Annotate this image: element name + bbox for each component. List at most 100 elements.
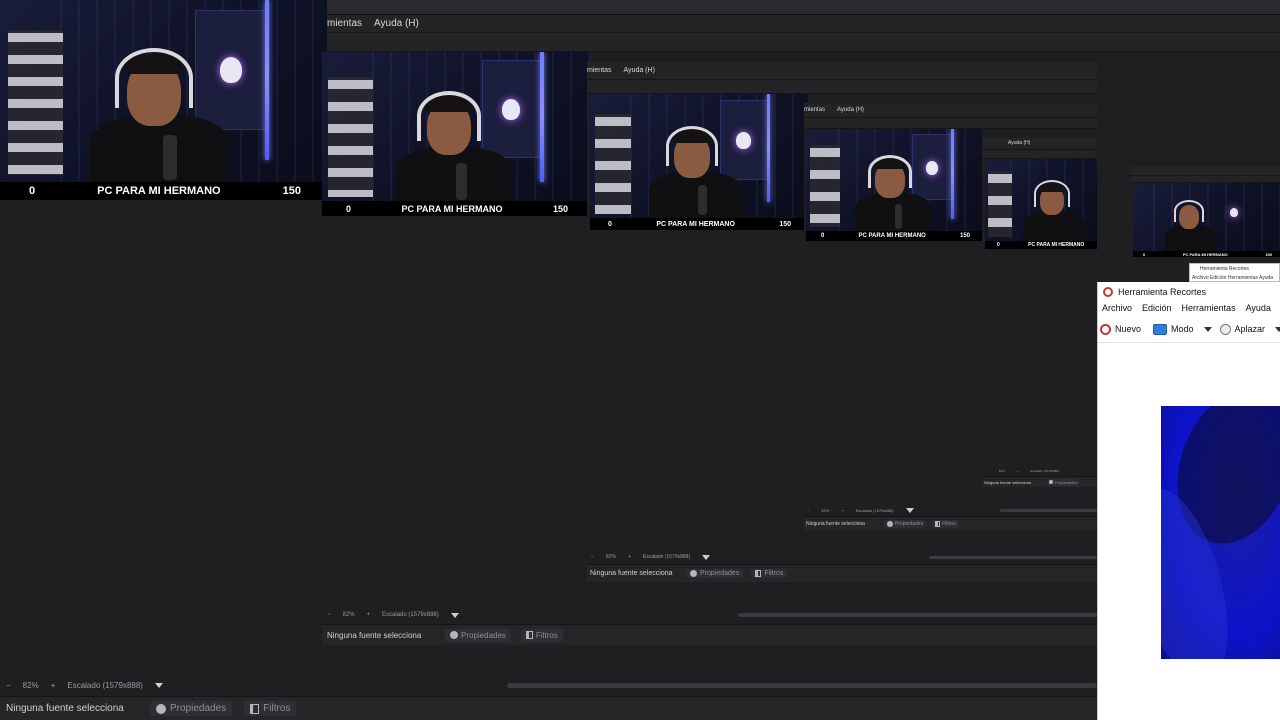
scale-label: Escalado (1579x888)	[382, 612, 439, 618]
menu-bar-items: Ayuda (H)	[1008, 140, 1042, 146]
zoom-value: 82%	[342, 612, 355, 618]
streamer	[852, 151, 934, 231]
snip-title: Herramienta Recortes	[1118, 287, 1207, 297]
zoom-bar: − 82% + Escalado (1579x888)	[6, 679, 175, 692]
menu-tools[interactable]: mientas	[587, 67, 612, 74]
menu-bar-items: mientas Ayuda (H)	[587, 67, 667, 74]
zoom-value: 82%	[998, 469, 1005, 473]
properties-button[interactable]: Propiedades	[686, 569, 744, 578]
horizontal-scrollbar[interactable]	[929, 556, 1097, 559]
properties-label: Propiedades	[170, 703, 227, 714]
zoom-out-button[interactable]: −	[807, 508, 809, 513]
zoom-in-button[interactable]: +	[628, 554, 631, 560]
properties-button[interactable]: Propiedades	[884, 519, 927, 528]
menu-bar-items: mientas Ayuda (H)	[804, 107, 876, 113]
filter-icon	[935, 520, 941, 527]
clock-icon	[1219, 323, 1231, 335]
zoom-bar: − 82% + Escalado (1579x888)	[591, 553, 722, 561]
chevron-down-icon[interactable]	[1275, 326, 1280, 332]
source-toolbar: Ninguna fuente selecciona Propiedades	[982, 476, 1097, 487]
goal-bar: 0 PC PARA MI HERMANO 150	[1133, 251, 1280, 257]
snip-menu-archivo[interactable]: Archivo	[1102, 303, 1132, 313]
chevron-down-icon[interactable]	[450, 612, 459, 618]
goal-target: 150	[552, 203, 568, 214]
filters-button[interactable]: Filtros	[520, 628, 563, 642]
streamer-shirt	[855, 193, 932, 231]
goal-title: PC PARA MI HERMANO	[401, 203, 503, 214]
goal-target: 150	[282, 185, 301, 197]
snip-menu-herramientas[interactable]: Herramientas	[1182, 303, 1236, 313]
streamer-shirt	[1023, 211, 1085, 241]
properties-button[interactable]: Propiedades	[445, 628, 511, 642]
led-strip	[951, 129, 954, 219]
horizontal-scrollbar[interactable]	[738, 613, 1097, 617]
zoom-value: 82%	[821, 508, 830, 513]
scale-label: Escalado (1579x888)	[855, 508, 894, 513]
scale-label: Escalado (1579x888)	[1030, 469, 1059, 473]
zoom-out-button[interactable]: −	[985, 469, 987, 473]
snip-title-bar: Herramienta Recortes	[1098, 282, 1280, 302]
source-toolbar: Ninguna fuente selecciona Propiedades Fi…	[587, 564, 1097, 582]
no-source-label: Ninguna fuente selecciona	[590, 570, 673, 577]
horizontal-scrollbar[interactable]	[507, 683, 1097, 688]
headphones-icon	[666, 126, 718, 166]
gear-icon	[450, 631, 458, 639]
headphones-icon	[417, 91, 481, 141]
zoom-bar: − 82% + Escalado (1579x888)	[327, 610, 471, 620]
menu-help[interactable]: Ayuda (H)	[837, 107, 864, 113]
zoom-in-button[interactable]: +	[367, 612, 371, 618]
filters-button[interactable]: Filtros	[932, 519, 959, 528]
filters-button[interactable]: Filtros	[751, 569, 788, 578]
chevron-down-icon[interactable]	[905, 508, 914, 513]
properties-button[interactable]: Propiedades	[150, 701, 233, 716]
mode-button[interactable]: Modo	[1153, 323, 1212, 335]
rectangle-mode-icon	[1153, 323, 1168, 335]
camera-preview	[985, 159, 1097, 241]
streamer	[1163, 197, 1219, 251]
zoom-in-button[interactable]: +	[51, 681, 56, 690]
zoom-in-button[interactable]: +	[841, 508, 843, 513]
menu-help[interactable]: Ayuda (H)	[624, 67, 655, 74]
menu-tools[interactable]: mientas	[327, 18, 362, 29]
properties-button[interactable]: Propiedades	[1047, 478, 1080, 486]
menu-help[interactable]: Ayuda (H)	[1008, 140, 1030, 146]
snip-menu-edicion[interactable]: Edición	[1142, 303, 1172, 313]
mode-label: Modo	[1171, 324, 1194, 334]
goal-bar: 0 PC PARA MI HERMANO 150	[322, 201, 590, 216]
new-snip-button[interactable]: Nuevo	[1100, 323, 1141, 335]
scale-label: Escalado (1579x888)	[67, 681, 143, 690]
filters-label: Filtros	[942, 520, 956, 527]
menu-tools[interactable]: mientas	[804, 107, 825, 113]
zoom-out-button[interactable]: −	[327, 612, 331, 618]
headphones-icon	[115, 48, 193, 108]
source-toolbar: Ninguna fuente selecciona Propiedades Fi…	[322, 624, 1097, 645]
zoom-out-button[interactable]: −	[6, 681, 11, 690]
snip-menu-ayuda[interactable]: Ayuda	[1246, 303, 1271, 313]
gear-icon	[690, 570, 697, 577]
menu-help[interactable]: Ayuda (H)	[374, 18, 419, 29]
mini-snipping-tool: Herramienta Recortes Archivo Edición Her…	[1189, 263, 1280, 282]
chevron-down-icon[interactable]	[154, 683, 163, 688]
streamer-shirt	[396, 147, 511, 201]
captured-image	[1161, 406, 1280, 659]
mini-snip-menu: Archivo Edición Herramientas Ayuda	[1192, 275, 1274, 281]
properties-label: Propiedades	[461, 630, 506, 640]
obs-window-level-6: 0 PC PARA MI HERMANO 150	[1130, 166, 1280, 263]
zoom-in-button[interactable]: +	[1017, 469, 1019, 473]
goal-title: PC PARA MI HERMANO	[1182, 251, 1228, 257]
streamer	[85, 40, 235, 182]
streamer	[392, 85, 515, 201]
no-source-label: Ninguna fuente selecciona	[327, 630, 422, 640]
delay-button[interactable]: Aplazar	[1219, 323, 1280, 335]
horizontal-scrollbar[interactable]	[1000, 509, 1097, 512]
properties-label: Propiedades	[895, 520, 924, 527]
chevron-down-icon[interactable]	[1203, 326, 1212, 332]
snip-menu-bar: Archivo Edición Herramientas Ayuda	[1102, 303, 1271, 313]
mini-snip-title: Herramienta Recortes	[1200, 266, 1249, 272]
toolbar	[1130, 176, 1280, 183]
chevron-down-icon[interactable]	[702, 554, 711, 560]
microphone	[698, 185, 707, 215]
filters-button[interactable]: Filtros	[244, 701, 297, 716]
shelf	[8, 30, 63, 175]
zoom-out-button[interactable]: −	[591, 554, 594, 560]
